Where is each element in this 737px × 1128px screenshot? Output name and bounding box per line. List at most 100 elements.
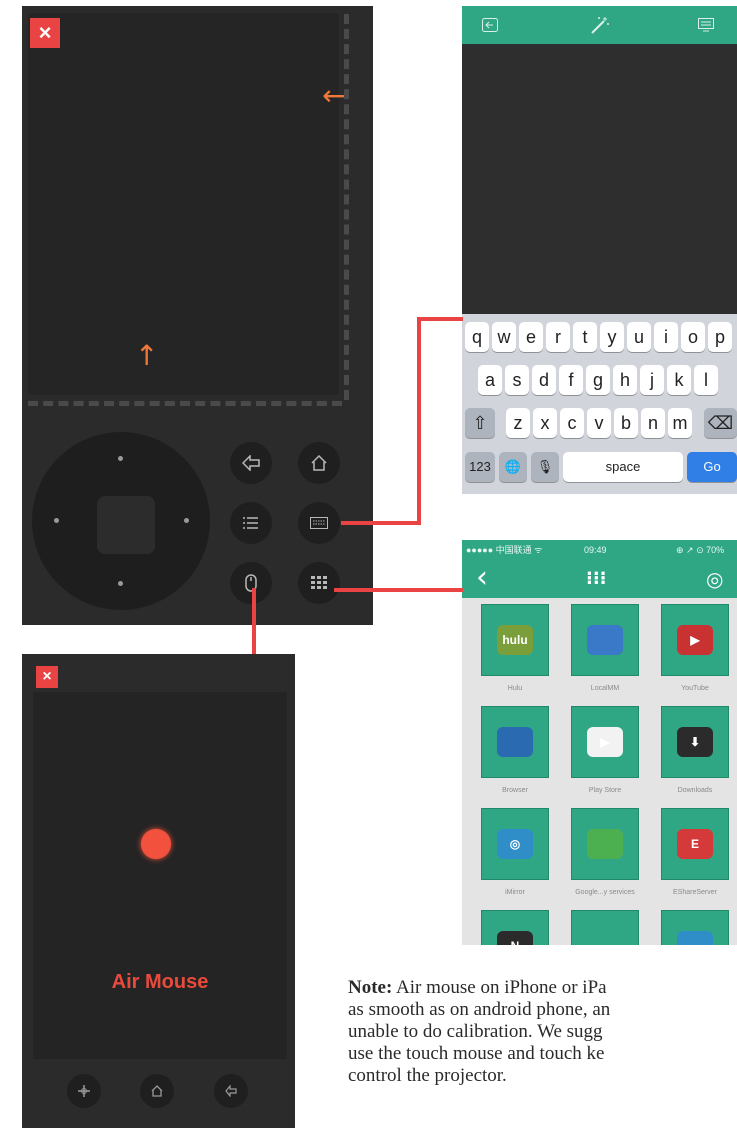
input-icon[interactable] [482, 6, 498, 46]
key-v[interactable]: v [587, 408, 611, 438]
key-e[interactable]: e [519, 322, 543, 352]
air-mouse-pad[interactable]: Air Mouse [33, 692, 287, 1059]
back-button[interactable] [230, 442, 272, 484]
air-mouse-label: Air Mouse [111, 971, 209, 993]
note-line-2: as smooth as on android phone, an [348, 999, 611, 1020]
dpad[interactable] [32, 432, 210, 610]
grid-icon[interactable]: ⁝⁝⁝ [586, 560, 607, 598]
apps-grid: hulu Hulu LocalMM ▶ YouTube Browser ▶ Play Stor… [462, 598, 737, 945]
key-p[interactable]: p [708, 322, 732, 352]
scroll-strip-horizontal[interactable] [28, 401, 342, 406]
key-l[interactable]: l [694, 365, 718, 395]
key-k[interactable]: k [667, 365, 691, 395]
app-tile[interactable]: ▶ [661, 604, 729, 676]
key-x[interactable]: x [533, 408, 557, 438]
back-chevron-icon[interactable]: ‹ [476, 560, 488, 596]
key-r[interactable]: r [546, 322, 570, 352]
mic-key[interactable]: 🎙 [531, 452, 559, 482]
move-icon [78, 1085, 90, 1097]
shift-key[interactable]: ⇧ [465, 408, 495, 438]
keyboard-header [462, 6, 737, 44]
numbers-key[interactable]: 123 [465, 452, 495, 482]
key-z[interactable]: z [506, 408, 530, 438]
connector-keyboard [417, 317, 421, 525]
globe-key[interactable]: 🌐 [499, 452, 527, 482]
dpad-down[interactable] [118, 581, 123, 586]
key-u[interactable]: u [627, 322, 651, 352]
app-tile[interactable]: hulu [481, 604, 549, 676]
go-key[interactable]: Go [687, 452, 737, 482]
app-tile[interactable]: ▶ [571, 706, 639, 778]
key-a[interactable]: a [478, 365, 502, 395]
app-tile[interactable] [481, 706, 549, 778]
app-icon [677, 931, 713, 945]
key-w[interactable]: w [492, 322, 516, 352]
back-icon [241, 454, 260, 472]
screen-icon[interactable] [698, 6, 714, 46]
delete-key[interactable]: ⌫ [704, 408, 737, 438]
app-tile[interactable] [571, 910, 639, 945]
key-y[interactable]: y [600, 322, 624, 352]
key-m[interactable]: m [668, 408, 692, 438]
key-h[interactable]: h [613, 365, 637, 395]
status-bar: ●●●●● 中国联通 ᯤ 09:49 ⊕ ↗ ⊙ 70% [462, 540, 737, 560]
key-n[interactable]: n [641, 408, 665, 438]
dpad-right[interactable] [184, 518, 189, 523]
apps-button[interactable] [298, 562, 340, 604]
app-label: LocalMM [590, 685, 620, 692]
air-mouse-button[interactable] [230, 562, 272, 604]
apps-icon [311, 576, 327, 589]
connector-keyboard [341, 521, 421, 525]
key-j[interactable]: j [640, 365, 664, 395]
keyboard-preview-area [462, 44, 737, 314]
keyboard-button[interactable] [298, 502, 340, 544]
app-label: Browser [502, 787, 528, 794]
note-line-4: use the touch mouse and touch ke [348, 1043, 605, 1064]
app-icon: ▶ [587, 727, 623, 757]
space-key[interactable]: space [563, 452, 683, 482]
dpad-ok-button[interactable] [97, 496, 155, 554]
key-i[interactable]: i [654, 322, 678, 352]
app-tile[interactable] [661, 910, 729, 945]
recenter-button[interactable] [67, 1074, 101, 1108]
key-t[interactable]: t [573, 322, 597, 352]
app-label: iMirror [505, 889, 525, 896]
app-label: Downloads [677, 787, 713, 794]
home-icon [311, 454, 327, 471]
air-mouse-screen: × Air Mouse [22, 654, 295, 1128]
app-label: YouTube [681, 685, 709, 692]
note-line-1: Air mouse on iPhone or iPa [392, 977, 607, 998]
key-s[interactable]: s [505, 365, 529, 395]
back-button[interactable] [214, 1074, 248, 1108]
key-o[interactable]: o [681, 322, 705, 352]
menu-button[interactable] [230, 502, 272, 544]
app-tile[interactable]: E [661, 808, 729, 880]
key-q[interactable]: q [465, 322, 489, 352]
key-b[interactable]: b [614, 408, 638, 438]
connector-apps [334, 588, 463, 592]
magic-wand-icon[interactable] [590, 6, 610, 48]
home-button[interactable] [140, 1074, 174, 1108]
dpad-left[interactable] [54, 518, 59, 523]
touchpad[interactable] [28, 13, 339, 395]
app-icon [497, 727, 533, 757]
close-button[interactable]: × [30, 18, 60, 48]
app-tile[interactable]: ⬇ [661, 706, 729, 778]
back-icon [225, 1084, 237, 1098]
key-g[interactable]: g [586, 365, 610, 395]
app-tile[interactable]: ◎ [481, 808, 549, 880]
app-label: EShareServer [673, 889, 717, 896]
scroll-strip-vertical[interactable] [344, 14, 349, 400]
app-tile[interactable]: N [481, 910, 549, 945]
screen-mirror-icon[interactable]: ◎ [706, 560, 723, 598]
app-tile[interactable] [571, 808, 639, 880]
home-button[interactable] [298, 442, 340, 484]
app-label: Hulu [507, 685, 523, 692]
dpad-up[interactable] [118, 456, 123, 461]
key-d[interactable]: d [532, 365, 556, 395]
key-f[interactable]: f [559, 365, 583, 395]
app-icon: ◎ [497, 829, 533, 859]
close-button[interactable]: × [36, 666, 58, 688]
key-c[interactable]: c [560, 408, 584, 438]
app-tile[interactable] [571, 604, 639, 676]
